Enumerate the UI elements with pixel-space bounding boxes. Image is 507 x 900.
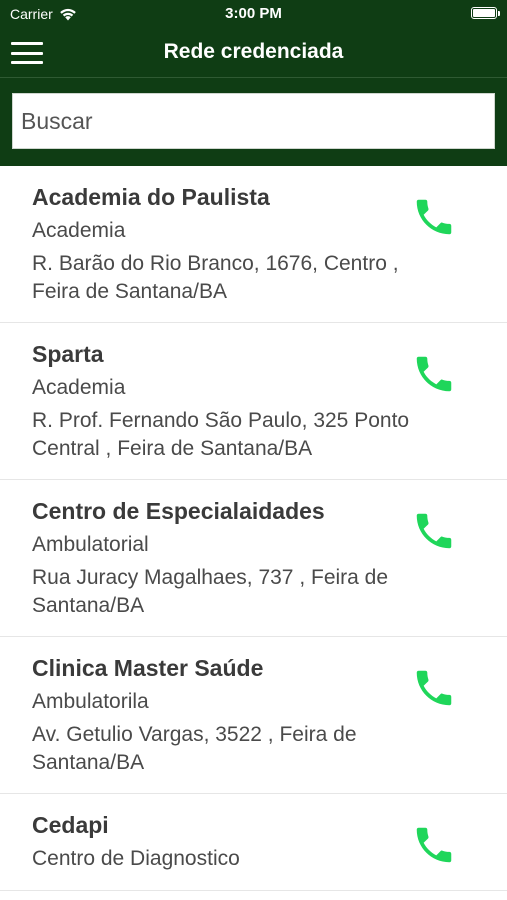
provider-address: R. Barão do Rio Branco, 1676, Centro , F… bbox=[32, 252, 399, 303]
list-item[interactable]: Clinica Master Saúde Ambulatorila Av. Ge… bbox=[0, 637, 507, 794]
provider-category: Ambulatorila bbox=[32, 690, 149, 713]
phone-icon[interactable] bbox=[411, 822, 457, 868]
phone-icon[interactable] bbox=[411, 508, 457, 554]
search-bar bbox=[0, 78, 507, 166]
page-title: Rede credenciada bbox=[163, 40, 344, 63]
provider-category: Academia bbox=[32, 376, 126, 399]
provider-name: Centro de Especialaidades bbox=[32, 498, 325, 524]
status-bar: Carrier 3:00 PM bbox=[0, 0, 507, 28]
provider-name: Cedapi bbox=[32, 812, 109, 838]
phone-icon[interactable] bbox=[411, 665, 457, 711]
status-time: 3:00 PM bbox=[225, 5, 282, 22]
provider-category: Centro de Diagnostico bbox=[32, 847, 240, 870]
provider-category: Academia bbox=[32, 219, 126, 242]
provider-address: R. Prof. Fernando São Paulo, 325 Ponto C… bbox=[32, 409, 410, 460]
list-item[interactable]: Sparta Academia R. Prof. Fernando São Pa… bbox=[0, 323, 507, 480]
provider-name: Academia do Paulista bbox=[32, 184, 270, 210]
battery-icon bbox=[471, 7, 500, 19]
provider-address: Av. Getulio Vargas, 3522 , Feira de Sant… bbox=[32, 723, 357, 774]
provider-name: Clinica Master Saúde bbox=[32, 655, 264, 681]
list-item[interactable]: Cedapi Centro de Diagnostico bbox=[0, 794, 507, 891]
list-item[interactable]: Academia do Paulista Academia R. Barão d… bbox=[0, 166, 507, 323]
list-item[interactable]: Centro de Especialaidades Ambulatorial R… bbox=[0, 480, 507, 637]
provider-address: Rua Juracy Magalhaes, 737 , Feira de San… bbox=[32, 566, 389, 617]
nav-bar: Rede credenciada bbox=[0, 28, 507, 78]
provider-name: Sparta bbox=[32, 341, 104, 367]
phone-icon[interactable] bbox=[411, 194, 457, 240]
search-input[interactable] bbox=[12, 93, 495, 149]
phone-icon[interactable] bbox=[411, 351, 457, 397]
provider-category: Ambulatorial bbox=[32, 533, 149, 556]
provider-list: Academia do Paulista Academia R. Barão d… bbox=[0, 166, 507, 891]
